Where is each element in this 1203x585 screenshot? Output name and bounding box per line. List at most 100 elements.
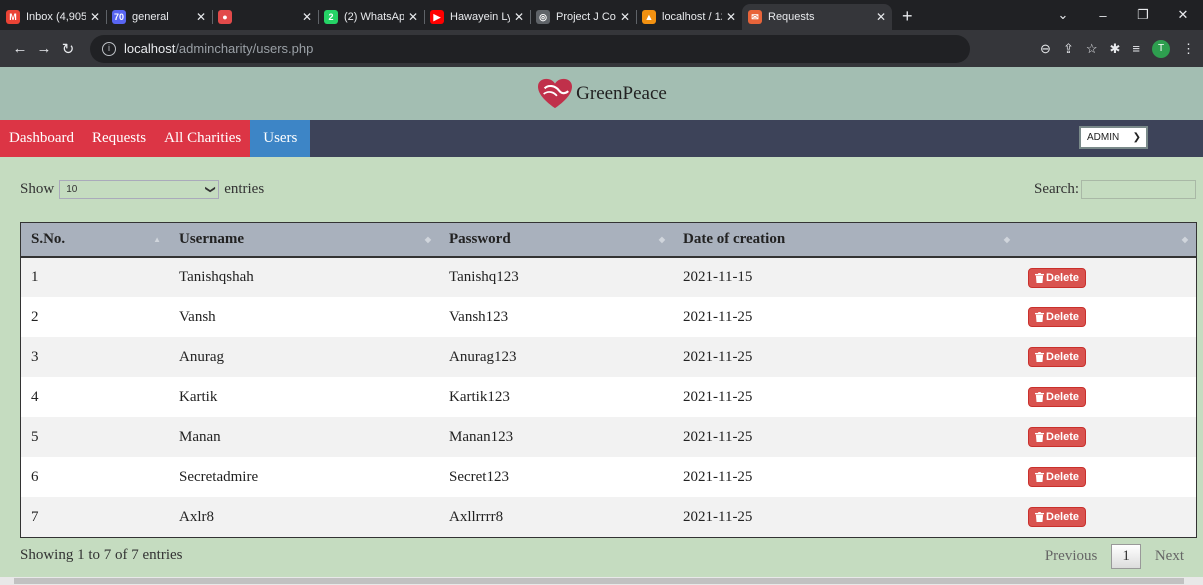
nav-item-users[interactable]: Users	[250, 120, 311, 157]
reading-list-icon[interactable]: ≡	[1132, 41, 1140, 56]
col-header-date[interactable]: Date of creation ◆	[673, 223, 1018, 257]
next-page-button[interactable]: Next	[1141, 548, 1198, 565]
nav-item-requests[interactable]: Requests	[82, 120, 156, 157]
cell-password: Anurag123	[449, 348, 517, 365]
tab-favicon-icon: ◎	[536, 10, 550, 24]
zoom-icon[interactable]: ⊖	[1040, 41, 1051, 57]
tab-favicon-icon: 70	[112, 10, 126, 24]
entries-select[interactable]: 10 ❯	[59, 180, 220, 199]
delete-label: Delete	[1046, 311, 1080, 323]
new-tab-icon[interactable]: +	[892, 6, 923, 30]
profile-avatar[interactable]: T	[1152, 39, 1170, 58]
tab-title: Inbox (4,905) - ta	[26, 11, 86, 23]
browser-tab[interactable]: ✉ Requests ✕	[742, 4, 892, 30]
nav-list: Dashboard Requests All Charities Users	[0, 120, 311, 157]
delete-button[interactable]: Delete	[1028, 427, 1087, 447]
browser-tab[interactable]: ◎ Project J Compor ✕	[530, 4, 636, 30]
col-header-actions[interactable]: ◆	[1018, 223, 1196, 257]
table-controls: Show 10 ❯ entries Search:	[20, 180, 1196, 200]
cell-username: Tanishqshah	[179, 269, 254, 285]
cell-username: Manan	[179, 428, 221, 445]
table-row: 5 Manan Manan123 2021-11-25 Delete	[21, 417, 1196, 457]
extensions-icon[interactable]: ✱	[1110, 41, 1121, 57]
browser-tab[interactable]: ● ✕	[212, 4, 318, 30]
col-header-username[interactable]: Username ◆	[169, 223, 439, 257]
previous-page-button[interactable]: Previous	[1031, 548, 1112, 565]
close-tab-icon[interactable]: ✕	[408, 10, 418, 24]
close-tab-icon[interactable]: ✕	[302, 10, 312, 24]
cell-actions: Delete	[1018, 457, 1196, 497]
tab-favicon-icon: ▲	[642, 10, 656, 24]
col-header-sno[interactable]: S.No. ▲	[21, 223, 169, 257]
entries-length-control: Show 10 ❯ entries	[20, 180, 264, 199]
bookmark-star-icon[interactable]: ☆	[1086, 41, 1098, 57]
cell-username: Vansh	[179, 308, 216, 325]
trash-icon	[1035, 272, 1044, 283]
address-bar: ← → ↻ i localhost/admincharity/users.php…	[0, 30, 1203, 67]
cell-date: 2021-11-25	[683, 388, 753, 405]
tab-title: (2) WhatsApp	[344, 11, 404, 23]
cell-sno: 6	[31, 468, 39, 485]
cell-actions: Delete	[1018, 337, 1196, 377]
reload-icon[interactable]: ↻	[56, 40, 80, 58]
tab-favicon-icon: 2	[324, 10, 338, 24]
browser-tab[interactable]: ▲ localhost / 127.0. ✕	[636, 4, 742, 30]
trash-icon	[1035, 432, 1044, 442]
minimize-icon[interactable]: –	[1083, 8, 1123, 23]
browser-tab[interactable]: M Inbox (4,905) - ta ✕	[0, 4, 106, 30]
site-info-icon[interactable]: i	[102, 41, 116, 56]
cell-password: Manan123	[449, 428, 514, 445]
close-tab-icon[interactable]: ✕	[620, 10, 630, 24]
table-row: 3 Anurag Anurag123 2021-11-25 Delete	[21, 337, 1196, 377]
nav-item-dashboard[interactable]: Dashboard	[0, 120, 83, 157]
browser-tab[interactable]: 2 (2) WhatsApp ✕	[318, 4, 424, 30]
search-input[interactable]	[1081, 180, 1196, 199]
trash-icon	[1035, 352, 1044, 362]
main-navbar: Dashboard Requests All Charities Users ADMI…	[0, 120, 1203, 157]
table-info: Showing 1 to 7 of 7 entries	[20, 547, 183, 563]
url-field[interactable]: i localhost/admincharity/users.php	[90, 34, 970, 63]
close-tab-icon[interactable]: ✕	[876, 10, 886, 24]
delete-label: Delete	[1046, 271, 1080, 284]
tab-favicon-icon: ▶	[430, 10, 444, 24]
cell-actions: Delete	[1018, 257, 1196, 297]
close-tab-icon[interactable]: ✕	[90, 10, 100, 24]
cell-password: Secret123	[449, 468, 509, 485]
cell-username: Kartik	[179, 388, 218, 405]
table-footer: Showing 1 to 7 of 7 entries Previous 1 N…	[20, 542, 1198, 570]
restore-icon[interactable]: ❐	[1123, 7, 1163, 23]
cell-actions: Delete	[1018, 377, 1196, 417]
close-tab-icon[interactable]: ✕	[726, 10, 736, 24]
scrollbar-thumb[interactable]	[14, 578, 1184, 584]
tab-search-icon[interactable]: ⌄	[1043, 7, 1083, 23]
trash-icon	[1035, 312, 1044, 322]
trash-icon	[1035, 472, 1044, 482]
close-tab-icon[interactable]: ✕	[196, 10, 206, 24]
admin-dropdown-value: ADMIN	[1087, 132, 1120, 143]
tab-title: general	[132, 11, 169, 23]
delete-button[interactable]: Delete	[1028, 387, 1087, 407]
tab-favicon-icon: ✉	[748, 10, 762, 24]
delete-button[interactable]: Delete	[1028, 347, 1087, 367]
browser-tab[interactable]: ▶ Hawayein Lyr ✕	[424, 4, 530, 30]
share-icon[interactable]: ⇪	[1063, 41, 1074, 57]
page-1-button[interactable]: 1	[1111, 543, 1141, 569]
forward-icon[interactable]: →	[32, 40, 56, 57]
menu-kebab-icon[interactable]: ⋮	[1182, 41, 1195, 57]
delete-button[interactable]: Delete	[1028, 467, 1087, 487]
delete-button[interactable]: Delete	[1028, 507, 1087, 527]
col-header-password[interactable]: Password ◆	[439, 223, 673, 257]
close-window-icon[interactable]: ✕	[1163, 7, 1203, 23]
delete-button[interactable]: Delete	[1028, 307, 1087, 327]
nav-item-all-charities[interactable]: All Charities	[155, 120, 251, 157]
cell-sno: 4	[31, 388, 39, 405]
brand-name: GreenPeace	[576, 82, 667, 104]
tab-favicon-icon: M	[6, 10, 20, 24]
browser-tabstrip: MInbox (4,905) - ta✕70general✕●✕2(2) Wha…	[0, 0, 1203, 30]
close-tab-icon[interactable]: ✕	[514, 10, 524, 24]
delete-button[interactable]: Delete	[1028, 267, 1087, 288]
back-icon[interactable]: ←	[8, 40, 32, 57]
horizontal-scrollbar[interactable]	[0, 577, 1203, 585]
browser-tab[interactable]: 70 general ✕	[106, 4, 212, 30]
admin-dropdown[interactable]: ADMIN ❯	[1079, 126, 1148, 149]
